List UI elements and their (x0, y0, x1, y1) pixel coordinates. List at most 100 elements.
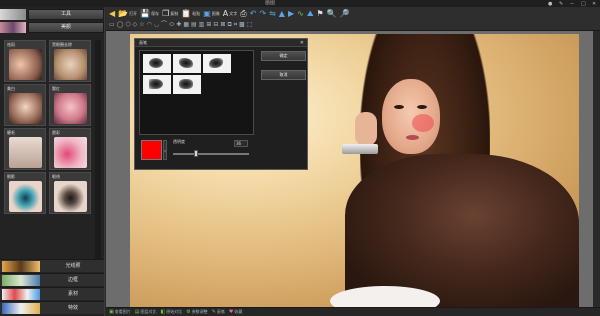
status-favorite[interactable]: ♥ 收藏 (229, 309, 242, 315)
close-icon[interactable]: ✕ (300, 39, 304, 47)
left-panel-scrollbar[interactable] (95, 40, 101, 260)
tool-eyeshadow[interactable]: 眼影 (4, 172, 46, 214)
opacity-input[interactable]: 36 (234, 140, 248, 147)
status-original-compare[interactable]: ◧ 原始对比 (160, 309, 182, 315)
checker-icon[interactable]: ▩ (239, 20, 245, 30)
beauty-thumbnail[interactable] (0, 22, 26, 33)
redo-icon[interactable]: ↷ (259, 9, 266, 19)
star-icon[interactable]: ☆ (139, 20, 144, 30)
diamond-icon[interactable]: ◇ (133, 20, 138, 30)
tool-blush[interactable]: 腮红 (49, 84, 91, 126)
brush-shape (149, 79, 163, 89)
app-menu-icon[interactable]: ● (548, 1, 552, 6)
tool-spot-removal[interactable]: 祛斑 (4, 40, 46, 82)
eyelash-preview (9, 137, 42, 168)
open-button[interactable]: 📂 打开 (118, 9, 137, 19)
category-label: 素材 (67, 291, 78, 297)
dashed-box-icon[interactable]: ⬚ (247, 20, 253, 30)
bookmark-icon[interactable]: ⚑ (317, 9, 324, 19)
effects-thumbnail (2, 303, 40, 314)
lip-gloss-preview (54, 137, 87, 168)
arrow-left-icon[interactable]: ◀ (109, 9, 115, 19)
arc-up-icon[interactable]: ◠ (147, 20, 152, 30)
mountain-icon[interactable]: ⛰ (307, 9, 314, 19)
clear-frame-icon[interactable]: ⊠ (220, 20, 225, 30)
tool-lip-gloss[interactable]: 唇彩 (49, 128, 91, 170)
tool-eyelash[interactable]: 睫毛 (4, 128, 46, 170)
tools-thumbnail[interactable] (0, 9, 26, 20)
tool-dark-circle[interactable]: 黑眼圈去除 (49, 40, 91, 82)
dialog-title: 画笔 (139, 40, 147, 45)
dialog-header: 画笔 ✕ (135, 39, 307, 47)
opacity-slider[interactable] (173, 153, 249, 155)
overlap-icon[interactable]: ⧉ (227, 20, 231, 30)
arc-icon[interactable]: ⌒ (161, 20, 167, 30)
rectangle-icon[interactable]: ▭ (109, 20, 115, 30)
close-button[interactable]: ✕ (592, 1, 596, 6)
category-label: 特效 (67, 305, 78, 311)
grid-icon[interactable]: ▦ (183, 20, 189, 30)
columns-icon[interactable]: ▥ (199, 20, 205, 30)
category-material[interactable]: 素材 (0, 287, 104, 300)
color-swatch[interactable] (141, 140, 162, 160)
hexagon-icon[interactable]: ⬡ (125, 20, 130, 30)
paste-button[interactable]: 📋 粘贴 (181, 9, 200, 19)
status-params[interactable]: ⚙ 参数调整 (186, 309, 207, 315)
circle-icon[interactable]: ◯ (117, 20, 124, 30)
save-button[interactable]: 💾 保存 (140, 9, 159, 19)
eyeliner-preview (54, 181, 87, 212)
canvas-scrollbar[interactable] (593, 31, 600, 308)
cross-icon[interactable]: ✚ (176, 20, 181, 30)
toolbar-row-shapes: ▭ ◯ ⬡ ◇ ☆ ◠ ◡ ⌒ ⬭ ✚ ▦ ▤ ▥ ⊞ ⊟ ⊠ ⧉ ⌗ ▩ ⬚ (109, 19, 252, 30)
confirm-button[interactable]: 确定 (261, 51, 306, 61)
undo-icon[interactable]: ↶ (250, 9, 257, 19)
status-view-image[interactable]: ▣ 查看图片 (109, 309, 131, 315)
tool-whitening[interactable]: 美白 (4, 84, 46, 126)
triangle-icon[interactable]: ▲ (279, 9, 285, 19)
zoom-in-icon[interactable]: 🔍 (327, 9, 337, 19)
brush-list (139, 50, 254, 135)
zoom-out-icon[interactable]: 🔎 (340, 9, 350, 19)
cancel-button[interactable]: 取消 (261, 70, 306, 80)
rows-icon[interactable]: ▤ (191, 20, 197, 30)
add-frame-icon[interactable]: ⊞ (206, 20, 211, 30)
flip-icon[interactable]: ⇋ (269, 9, 276, 19)
hash-icon[interactable]: ⌗ (234, 20, 237, 30)
dark-circle-preview (54, 49, 87, 80)
tool-eyeliner[interactable]: 眼线 (49, 172, 91, 214)
pen-icon[interactable]: ✎ (559, 1, 563, 6)
image-button[interactable]: ▣ 图像 (203, 9, 220, 19)
category-label: 光线照 (65, 263, 81, 269)
ellipse-icon[interactable]: ⬭ (169, 20, 174, 30)
whitening-preview (9, 93, 42, 124)
opacity-slider-handle[interactable] (193, 150, 198, 157)
layers-icon: ▤ (134, 309, 140, 315)
text-button[interactable]: A 文字 (223, 9, 237, 19)
minimize-button[interactable]: − (570, 1, 574, 6)
color-dropdown-icon[interactable]: ▾ (163, 140, 167, 160)
copy-button[interactable]: ❐ 复制 (162, 9, 178, 19)
brush-splatter[interactable] (173, 54, 201, 73)
print-icon[interactable]: ⎙ (240, 9, 246, 19)
category-frame[interactable]: 边框 (0, 273, 104, 286)
status-brush[interactable]: ✎ 画笔 (212, 309, 225, 315)
brush-soft-round[interactable] (143, 54, 171, 73)
window-title: 画图 (264, 0, 275, 6)
frame-thumbnail (2, 275, 40, 286)
heart-icon: ♥ (228, 309, 234, 315)
maximize-button[interactable]: □ (581, 1, 586, 6)
category-effects[interactable]: 特效 (0, 301, 104, 314)
tool-label: 眼影 (7, 174, 15, 179)
remove-frame-icon[interactable]: ⊟ (213, 20, 218, 30)
chevron-right-icon[interactable]: ▶ (288, 9, 294, 19)
tab-tools[interactable]: 工具 (28, 9, 104, 20)
brush-texture[interactable] (173, 75, 201, 94)
brush-stroke[interactable] (203, 54, 231, 73)
brush-triangle[interactable] (143, 75, 171, 94)
status-layer-compare[interactable]: ▤ 图层对比 (135, 309, 157, 315)
category-light[interactable]: 光线照 (0, 259, 104, 272)
tab-beauty[interactable]: 美颜 (28, 22, 104, 33)
curve-icon[interactable]: ∿ (297, 9, 304, 19)
arc-down-icon[interactable]: ◡ (154, 20, 159, 30)
photo-watch (342, 144, 378, 154)
